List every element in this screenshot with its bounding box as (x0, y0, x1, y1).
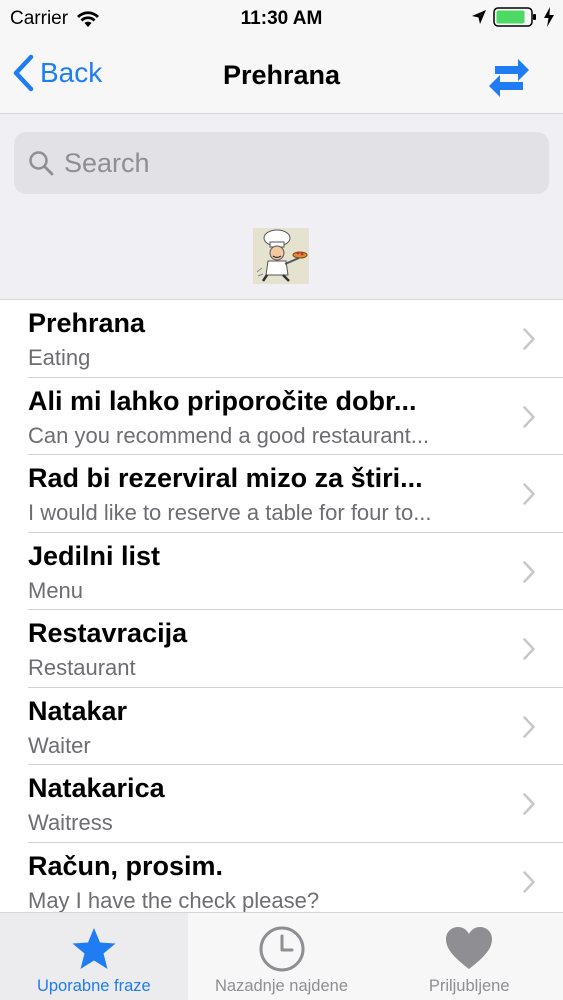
item-subtitle: Eating (28, 345, 91, 370)
tab-recently-found[interactable]: Nazadnje najdene (188, 913, 376, 1000)
search-icon (29, 151, 54, 176)
tab-label: Nazadnje najdene (214, 977, 349, 995)
star-icon (72, 928, 116, 969)
item-subtitle: May I have the check please? (28, 887, 320, 913)
chevron-right-icon (523, 715, 535, 738)
tab-label: Priljubljene (428, 977, 510, 995)
page-title: Prehrana (222, 60, 341, 90)
heart-icon (446, 927, 493, 969)
list-item[interactable]: Prehrana Eating (28, 300, 563, 378)
chevron-right-icon (523, 793, 535, 815)
list-item[interactable]: Natakarica Waitress (28, 765, 563, 843)
list-item[interactable]: Natakar Waiter (28, 688, 563, 765)
item-title: Natakarica (28, 773, 165, 803)
status-bar: Carrier 11:30 AM (0, 0, 563, 40)
chef-illustration-icon (253, 228, 309, 284)
tab-label: Uporabne fraze (36, 977, 151, 995)
list-item[interactable]: Ali mi lahko priporočite dobr... Can you… (28, 378, 563, 455)
battery-icon (493, 7, 536, 27)
item-title: Jedilni list (28, 540, 161, 571)
charging-bolt-icon (544, 7, 554, 27)
list-item[interactable]: Rad bi rezerviral mizo za štiri... I wou… (28, 455, 563, 533)
swap-language-icon[interactable] (485, 54, 533, 102)
tab-useful-phrases[interactable]: Uporabne fraze (0, 913, 188, 1000)
item-subtitle: Waiter (28, 732, 91, 758)
item-title: Prehrana (28, 308, 146, 338)
chevron-right-icon (523, 328, 535, 350)
chevron-right-icon (523, 870, 535, 893)
item-subtitle: Restaurant (28, 655, 136, 680)
item-subtitle: Can you recommend a good restaurant... (28, 422, 430, 448)
item-title: Rad bi rezerviral mizo za štiri... (28, 463, 423, 493)
item-title: Natakar (28, 695, 128, 726)
list-item[interactable]: Račun, prosim. May I have the check plea… (28, 843, 563, 913)
chevron-right-icon (523, 638, 535, 660)
clock-icon (259, 926, 304, 972)
chevron-right-icon (523, 483, 535, 505)
search-area (0, 114, 563, 300)
item-title: Ali mi lahko priporočite dobr... (28, 385, 417, 416)
item-subtitle: Menu (28, 577, 84, 603)
search-bar[interactable] (14, 132, 549, 194)
chevron-right-icon (523, 405, 535, 428)
list-item[interactable]: Restavracija Restaurant (28, 610, 563, 688)
item-subtitle: I would like to reserve a table for four… (28, 500, 432, 525)
phrase-list: Prehrana Eating Ali mi lahko priporočite… (0, 300, 563, 912)
search-input[interactable] (64, 147, 524, 179)
location-arrow-icon (472, 10, 486, 24)
tab-bar: Uporabne fraze Nazadnje najdene Priljubl… (0, 912, 563, 1000)
tab-favorites[interactable]: Priljubljene (375, 913, 563, 1000)
item-subtitle: Waitress (28, 810, 113, 835)
list-item[interactable]: Jedilni list Menu (28, 533, 563, 610)
item-title: Restavracija (28, 618, 188, 648)
item-title: Račun, prosim. (28, 850, 224, 881)
navigation-bar: Back Prehrana (0, 40, 563, 114)
chevron-right-icon (523, 560, 535, 583)
